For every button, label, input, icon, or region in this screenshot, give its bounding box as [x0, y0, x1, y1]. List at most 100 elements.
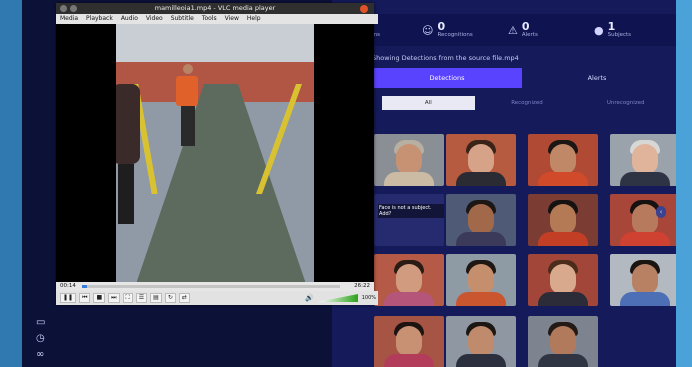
video-frame: [116, 24, 314, 282]
volume-value: 100%: [361, 295, 376, 301]
detection-tile[interactable]: [446, 316, 516, 367]
stop-button[interactable]: ■: [93, 293, 106, 303]
menu-subtitle[interactable]: Subtitle: [171, 14, 194, 24]
detection-tile[interactable]: [610, 194, 676, 246]
filter-all[interactable]: All: [382, 96, 475, 110]
tile-caption: Face is not a subject. Add?: [378, 204, 444, 218]
clock-icon[interactable]: ◷: [36, 334, 45, 344]
face: [550, 204, 576, 234]
previous-button[interactable]: ⏮: [79, 293, 91, 303]
stat-subjects-label: Subjects: [607, 32, 632, 38]
detection-tile[interactable]: Face is not a subject. Add?: [374, 194, 444, 246]
screen-frame: ▣ 3Detections ☺ 0Recognitions ⚠ 0Alerts …: [22, 0, 676, 367]
next-button[interactable]: ⏭: [108, 293, 120, 303]
detection-tile[interactable]: [374, 254, 444, 306]
seek-bar[interactable]: [82, 285, 340, 288]
tab-detections[interactable]: Detections: [372, 68, 522, 88]
stat-recognitions-label: Recognitions: [437, 32, 473, 38]
stat-recognitions: ☺ 0 Recognitions: [418, 14, 504, 46]
face-body: [384, 292, 434, 306]
menu-media[interactable]: Media: [60, 14, 78, 24]
close-icon[interactable]: [360, 5, 368, 13]
loop-button[interactable]: ↻: [164, 293, 176, 303]
time-elapsed: 00:14: [60, 283, 76, 289]
detection-tile[interactable]: [446, 194, 516, 246]
vlc-menu-bar: Media Playback Audio Video Subtitle Tool…: [56, 14, 378, 24]
face-body: [456, 354, 506, 367]
stat-alerts: ⚠ 0 Alerts: [504, 14, 590, 46]
filter-unrecognized[interactable]: Unrecognized: [579, 96, 672, 110]
face: [632, 204, 658, 234]
extended-settings-button[interactable]: ☰: [135, 293, 148, 303]
scene-walkway: [136, 84, 306, 282]
stat-alerts-label: Alerts: [521, 32, 538, 38]
stat-subjects-value: 1: [607, 20, 616, 33]
alert-icon: ⚠: [508, 23, 518, 37]
scene-person-left: [116, 84, 142, 224]
face: [396, 326, 422, 356]
window-buttons: [60, 5, 77, 12]
detection-tile[interactable]: [528, 254, 598, 306]
subjects-icon: ●: [594, 23, 604, 37]
volume-slider[interactable]: [318, 294, 358, 302]
face-body: [538, 172, 588, 186]
left-nav: ▭ ◷ ∞: [36, 318, 45, 360]
menu-video[interactable]: Video: [146, 14, 163, 24]
person-head: [183, 64, 193, 74]
stat-alerts-value: 0: [521, 20, 530, 33]
face: [396, 144, 422, 174]
seek-progress: [82, 285, 88, 288]
face: [396, 264, 422, 294]
face-recognition-icon: ☺: [422, 23, 434, 37]
face: [550, 144, 576, 174]
menu-tools[interactable]: Tools: [202, 14, 217, 24]
face: [550, 264, 576, 294]
detection-tile[interactable]: [528, 194, 598, 246]
face: [468, 264, 494, 294]
stats-bar: ▣ 3Detections ☺ 0Recognitions ⚠ 0Alerts …: [332, 14, 676, 46]
person-legs: [118, 164, 134, 224]
stat-subjects: ● 1 Subjects: [590, 14, 676, 46]
monitor-icon[interactable]: ▭: [36, 318, 45, 328]
person-vest: [176, 76, 198, 106]
face-body: [384, 172, 434, 186]
face: [632, 264, 658, 294]
volume-icon[interactable]: 🔊: [305, 294, 314, 302]
seek-area: 00:14 26:22: [56, 282, 374, 291]
detection-tile[interactable]: [446, 134, 516, 186]
menu-view[interactable]: View: [225, 14, 239, 24]
fullscreen-button[interactable]: ⛶: [122, 293, 133, 303]
detection-tile[interactable]: [374, 134, 444, 186]
pause-button[interactable]: ❚❚: [60, 293, 77, 303]
vlc-title-bar[interactable]: mamilleoia1.mp4 - VLC media player: [56, 3, 374, 14]
detection-tile[interactable]: [610, 134, 676, 186]
menu-help[interactable]: Help: [247, 14, 261, 24]
playlist-button[interactable]: ▤: [150, 293, 162, 303]
video-area[interactable]: [56, 24, 374, 282]
filter-tabs: All Recognized Unrecognized: [382, 96, 672, 110]
shuffle-button[interactable]: ⇄: [178, 293, 190, 303]
desktop-left-edge: [0, 0, 22, 367]
detection-tile[interactable]: [610, 254, 676, 306]
minimize-icon[interactable]: [60, 5, 67, 12]
stat-recognitions-value: 0: [437, 20, 446, 33]
person-legs: [181, 106, 195, 146]
vlc-title: mamilleoia1.mp4 - VLC media player: [154, 4, 276, 12]
link-icon[interactable]: ∞: [36, 350, 45, 360]
detection-tile[interactable]: [528, 134, 598, 186]
source-file-heading: Showing Detections from the source file.…: [372, 54, 519, 62]
face-body: [456, 292, 506, 306]
menu-audio[interactable]: Audio: [121, 14, 138, 24]
menu-playback[interactable]: Playback: [86, 14, 113, 24]
tab-alerts[interactable]: Alerts: [522, 68, 672, 88]
detection-tile[interactable]: [446, 254, 516, 306]
desktop-right-edge: [676, 0, 692, 367]
face-body: [538, 354, 588, 367]
detection-tile[interactable]: [528, 316, 598, 367]
face-body: [538, 232, 588, 246]
main-tabs: Detections Alerts: [372, 68, 672, 88]
filter-recognized[interactable]: Recognized: [481, 96, 574, 110]
detection-tile[interactable]: [374, 316, 444, 367]
scroll-handle[interactable]: ‹: [656, 206, 666, 218]
maximize-icon[interactable]: [70, 5, 77, 12]
